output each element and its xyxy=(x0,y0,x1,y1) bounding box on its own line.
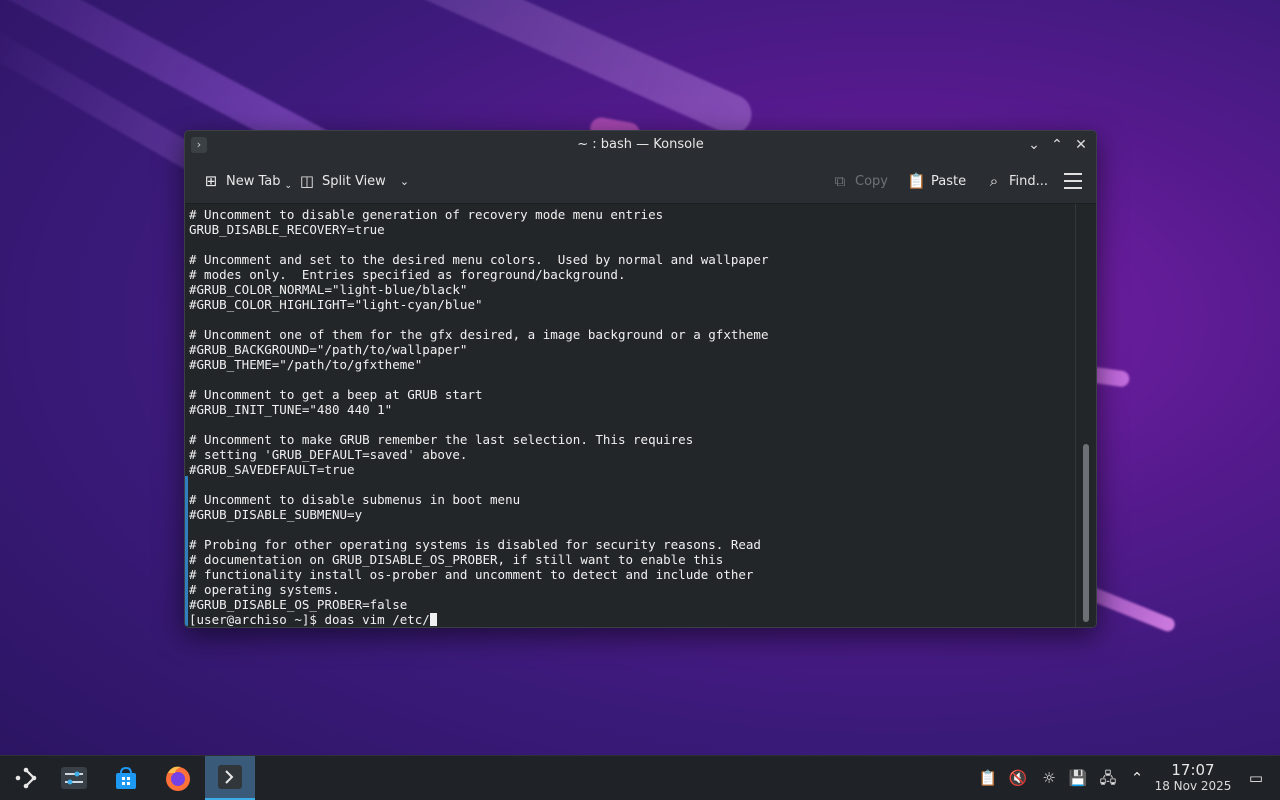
application-launcher[interactable] xyxy=(2,756,50,800)
new-tab-label: New Tab xyxy=(226,173,281,189)
terminal-line: # functionality install os-prober and un… xyxy=(189,567,754,582)
terminal-line: #GRUB_THEME="/path/to/gfxtheme" xyxy=(189,357,423,372)
copy-button[interactable]: ⧉ Copy xyxy=(831,171,888,191)
split-view-label: Split View xyxy=(322,173,386,189)
terminal-line: # Uncomment and set to the desired menu … xyxy=(189,252,769,267)
terminal-line: #GRUB_DISABLE_SUBMENU=y xyxy=(189,507,363,522)
clipboard-icon[interactable]: 📋 xyxy=(978,768,998,788)
settings-sliders-icon xyxy=(61,767,87,789)
chevron-down-icon[interactable]: ⌄ xyxy=(285,181,293,191)
close-button[interactable]: ✕ xyxy=(1071,135,1091,155)
find-label: Find... xyxy=(1009,173,1049,189)
discover-launcher[interactable] xyxy=(102,756,150,800)
copy-icon: ⧉ xyxy=(834,172,846,190)
terminal-output: # Uncomment to disable generation of rec… xyxy=(189,207,768,627)
scrollbar-thumb[interactable] xyxy=(1083,444,1089,622)
terminal-line: #GRUB_DISABLE_OS_PROBER=false xyxy=(189,597,408,612)
text-cursor xyxy=(429,613,437,626)
digital-clock[interactable]: 17:07 18 Nov 2025 xyxy=(1150,762,1236,794)
paste-button[interactable]: 📋 Paste xyxy=(907,171,966,191)
terminal-line: #GRUB_COLOR_HIGHLIGHT="light-cyan/blue" xyxy=(189,297,483,312)
find-button[interactable]: ⌕ Find... xyxy=(985,171,1048,191)
terminal-line: #GRUB_INIT_TUNE="480 440 1" xyxy=(189,402,393,417)
network-icon[interactable]: 🖧 xyxy=(1098,768,1118,788)
taskbar: 📋 🔇 ☼ 💾 🖧 ⌃ 17:07 18 Nov 2025 ▭ xyxy=(0,755,1280,800)
title-bar[interactable]: › ~ : bash — Konsole ⌄ ⌃ ✕ xyxy=(185,131,1096,159)
terminal-line: # modes only. Entries specified as foreg… xyxy=(189,267,626,282)
terminal-line: # Uncomment one of them for the gfx desi… xyxy=(189,327,769,342)
split-view-button[interactable]: ◫ Split View ⌄ xyxy=(298,171,409,191)
terminal-line: # Uncomment to disable submenus in boot … xyxy=(189,492,521,507)
new-tab-icon: ⊞ xyxy=(204,172,218,190)
hamburger-menu-icon[interactable] xyxy=(1064,173,1082,189)
konsole-window: › ~ : bash — Konsole ⌄ ⌃ ✕ ⊞ New Tab ⌄ ◫… xyxy=(184,130,1097,628)
split-view-chevron-icon[interactable]: ⌄ xyxy=(400,175,409,188)
split-view-icon: ◫ xyxy=(299,172,315,190)
window-title: ~ : bash — Konsole xyxy=(577,137,704,152)
terminal-line: #GRUB_COLOR_NORMAL="light-blue/black" xyxy=(189,282,468,297)
maximize-button[interactable]: ⌃ xyxy=(1047,135,1067,155)
minimize-button[interactable]: ⌄ xyxy=(1024,135,1044,155)
copy-label: Copy xyxy=(855,173,888,189)
brightness-icon[interactable]: ☼ xyxy=(1039,768,1059,788)
clock-date: 18 Nov 2025 xyxy=(1154,779,1232,793)
terminal-prompt-line[interactable]: [user@archiso ~]$ doas vim /etc/ xyxy=(189,612,768,627)
show-desktop-icon[interactable]: ▭ xyxy=(1246,768,1266,788)
terminal-line: #GRUB_BACKGROUND="/path/to/wallpaper" xyxy=(189,342,468,357)
terminal-scrollbar[interactable] xyxy=(1075,204,1096,627)
disk-icon[interactable]: 💾 xyxy=(1068,768,1088,788)
terminal-line: # Uncomment to get a beep at GRUB start xyxy=(189,387,483,402)
volume-muted-icon[interactable]: 🔇 xyxy=(1008,768,1028,788)
terminal-line: #GRUB_SAVEDEFAULT=true xyxy=(189,462,355,477)
tray-expand-chevron-icon[interactable]: ⌃ xyxy=(1127,768,1147,788)
system-settings-launcher[interactable] xyxy=(50,756,98,800)
terminal-line: # documentation on GRUB_DISABLE_OS_PROBE… xyxy=(189,552,724,567)
firefox-launcher[interactable] xyxy=(154,756,202,800)
store-bag-icon xyxy=(116,766,136,789)
paste-label: Paste xyxy=(931,173,967,189)
line-marker xyxy=(185,476,188,626)
terminal-icon xyxy=(218,765,242,789)
firefox-icon xyxy=(166,766,190,791)
search-icon: ⌕ xyxy=(989,172,999,190)
terminal-line: # Uncomment to disable generation of rec… xyxy=(189,207,664,222)
new-tab-button[interactable]: ⊞ New Tab ⌄ xyxy=(202,171,292,191)
terminal-line: # operating systems. xyxy=(189,582,340,597)
terminal-line: # Uncomment to make GRUB remember the la… xyxy=(189,432,694,447)
launcher-icon xyxy=(15,767,37,789)
terminal-line: GRUB_DISABLE_RECOVERY=true xyxy=(189,222,385,237)
konsole-task-button[interactable] xyxy=(205,756,255,800)
terminal-line: # setting 'GRUB_DEFAULT=saved' above. xyxy=(189,447,468,462)
terminal-view[interactable]: # Uncomment to disable generation of rec… xyxy=(185,204,1076,627)
toolbar: ⊞ New Tab ⌄ ◫ Split View ⌄ ⧉ Copy 📋 Past… xyxy=(185,159,1096,204)
prompt-text: [user@archiso ~]$ doas vim /etc/ xyxy=(189,612,430,627)
clock-time: 17:07 xyxy=(1171,761,1215,779)
terminal-line: # Probing for other operating systems is… xyxy=(189,537,761,552)
paste-icon: 📋 xyxy=(907,172,926,190)
